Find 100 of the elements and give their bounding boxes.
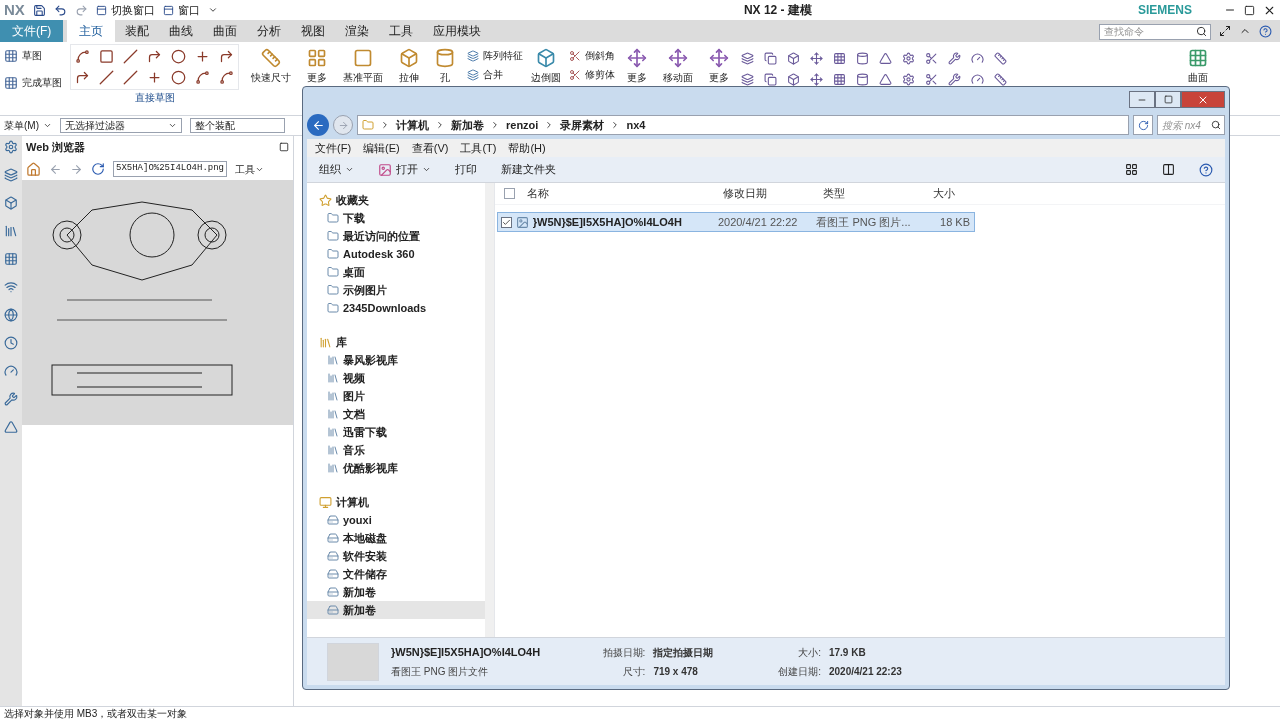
feature-button[interactable]: 倒斜角 — [569, 48, 615, 63]
ribbon-tab[interactable]: 视图 — [291, 20, 336, 42]
nav-group[interactable]: 收藏夹 — [319, 191, 485, 209]
explorer-menu-item[interactable]: 文件(F) — [315, 139, 352, 157]
address-bar[interactable]: 计算机 新加卷 renzoi 录屏素材 nx4 — [357, 115, 1129, 135]
ribbon-button[interactable]: 快速尺寸 — [247, 44, 295, 85]
cube-icon — [536, 48, 556, 68]
ribbon-tab[interactable]: 渲染 — [335, 20, 380, 42]
nav-item[interactable]: 优酷影视库 — [307, 459, 485, 477]
folder-icon — [362, 119, 374, 131]
ribbon-tab[interactable]: 分析 — [247, 20, 292, 42]
expand-icon — [1219, 25, 1231, 37]
app-logo: NX — [4, 0, 25, 20]
feature-button[interactable]: 阵列特征 — [467, 48, 523, 63]
filter-dropdown[interactable]: 无选择过滤器 — [60, 118, 182, 133]
refresh-button[interactable] — [1133, 115, 1153, 135]
ribbon-tab[interactable]: 曲线 — [159, 20, 204, 42]
explorer-menu-item[interactable]: 帮助(H) — [508, 139, 546, 157]
library-icon — [327, 408, 339, 420]
nav-item[interactable]: 迅雷下载 — [307, 423, 485, 441]
ribbon-tab[interactable]: 装配 — [115, 20, 160, 42]
search-icon — [1196, 26, 1207, 37]
nav-item[interactable]: Autodesk 360 — [307, 245, 485, 263]
explorer-menu-item[interactable]: 工具(T) — [460, 139, 497, 157]
cylinder-icon — [435, 48, 455, 68]
nav-group[interactable]: 库 — [319, 333, 485, 351]
ribbon-tab[interactable]: 主页 — [67, 20, 116, 42]
feature-button[interactable]: 修剪体 — [569, 67, 615, 82]
menu-button[interactable]: 菜单(M) — [4, 118, 52, 133]
nav-item[interactable]: youxi — [307, 511, 485, 529]
ribbon-tab[interactable]: 应用模块 — [423, 20, 492, 42]
toolbar-button[interactable]: 新建文件夹 — [501, 161, 556, 178]
settings-icon — [902, 73, 915, 86]
ribbon-tab[interactable]: 曲面 — [203, 20, 248, 42]
toolbar-button[interactable]: 组织 — [319, 161, 354, 178]
nav-item[interactable]: 文件储存 — [307, 565, 485, 583]
ribbon-tab[interactable]: 工具 — [379, 20, 424, 42]
caret-icon — [43, 121, 52, 130]
toolbar-button[interactable]: 打印 — [455, 161, 477, 178]
explorer-search-field[interactable]: 搜索 nx4 — [1157, 115, 1225, 135]
move-icon — [668, 48, 688, 68]
nav-item[interactable]: 音乐 — [307, 441, 485, 459]
feature-button[interactable]: 合并 — [467, 67, 523, 82]
ribbon-button[interactable]: 更多 — [303, 44, 331, 85]
ribbon-button[interactable]: 更多 — [705, 44, 733, 85]
line-icon — [123, 49, 138, 64]
nav-item[interactable]: 新加卷 — [307, 583, 485, 601]
nav-item[interactable]: 软件安装 — [307, 547, 485, 565]
select-all-checkbox[interactable] — [503, 188, 515, 199]
nav-item[interactable]: 最近访问的位置 — [307, 227, 485, 245]
cylinder-icon — [856, 52, 869, 65]
scope-dropdown[interactable]: 整个装配 — [190, 118, 285, 133]
ribbon-button[interactable]: 基准平面 — [339, 44, 387, 85]
column-header[interactable]: 类型 — [819, 185, 929, 202]
ribbon-button[interactable]: 移动面 — [659, 44, 697, 85]
ribbon-tab[interactable]: 文件(F) — [0, 20, 64, 42]
back-button[interactable] — [307, 114, 329, 136]
breadcrumb-item[interactable]: nx4 — [626, 116, 646, 134]
maximize-button[interactable] — [1155, 91, 1181, 108]
ribbon-button[interactable]: 孔 — [431, 44, 459, 85]
column-header[interactable]: 大小 — [929, 185, 979, 202]
url-field[interactable]: 5X5HA]O%25I4LO4H.png — [113, 161, 228, 177]
column-header[interactable]: 名称 — [523, 185, 719, 202]
breadcrumb-item[interactable]: 新加卷 — [451, 116, 484, 134]
nav-item[interactable]: 暴风影视库 — [307, 351, 485, 369]
nav-item[interactable]: 2345Downloads — [307, 299, 485, 317]
explorer-menu-item[interactable]: 编辑(E) — [363, 139, 400, 157]
nav-item[interactable]: 图片 — [307, 387, 485, 405]
toolbar-button[interactable]: 打开 — [378, 161, 431, 178]
breadcrumb-item[interactable]: 录屏素材 — [560, 116, 605, 134]
explorer-menu-item[interactable]: 查看(V) — [411, 139, 449, 157]
nav-item[interactable]: 新加卷 — [307, 601, 485, 619]
nav-item[interactable]: 桌面 — [307, 263, 485, 281]
breadcrumb-item[interactable]: 计算机 — [396, 116, 429, 134]
nav-item[interactable]: 本地磁盘 — [307, 529, 485, 547]
sketch-button[interactable]: 完成草图 — [4, 75, 62, 90]
scrollbar[interactable] — [485, 183, 495, 637]
breadcrumb-item[interactable]: renzoi — [506, 116, 539, 134]
nav-item[interactable]: 下载 — [307, 209, 485, 227]
window-menu-button[interactable]: 切换窗口 — [95, 1, 155, 19]
file-row[interactable]: }W5N}$E]I5X5HA]O%I4LO4H 2020/4/21 22:22 看图王 PNG 图片... 18 KB — [497, 212, 975, 232]
file-checkbox[interactable] — [501, 216, 513, 228]
nav-group[interactable]: 计算机 — [319, 493, 485, 511]
nav-item[interactable]: 文档 — [307, 405, 485, 423]
minimize-button[interactable] — [1129, 91, 1155, 108]
command-search-field[interactable]: 查找命令 — [1099, 23, 1211, 40]
tools-menu-button[interactable]: 工具 — [235, 161, 265, 177]
image-file-icon — [515, 215, 529, 229]
ribbon-button[interactable]: 更多 — [623, 44, 651, 85]
column-header[interactable]: 修改日期 — [719, 185, 819, 202]
ribbon-button[interactable]: 拉伸 — [395, 44, 423, 85]
nav-item[interactable]: 视频 — [307, 369, 485, 387]
ribbon-button[interactable]: 曲面 — [1184, 44, 1212, 85]
ribbon-button[interactable]: 边倒圆 — [531, 44, 561, 85]
sketch-button[interactable]: 草图 — [4, 48, 62, 63]
help-icon — [1259, 24, 1272, 38]
triangle-icon — [879, 73, 892, 86]
details-file-name: }W5N}$E]I5X5HA]O%I4LO4H — [391, 644, 542, 660]
nav-item[interactable]: 示例图片 — [307, 281, 485, 299]
window-menu-button[interactable]: 窗口 — [162, 1, 200, 19]
